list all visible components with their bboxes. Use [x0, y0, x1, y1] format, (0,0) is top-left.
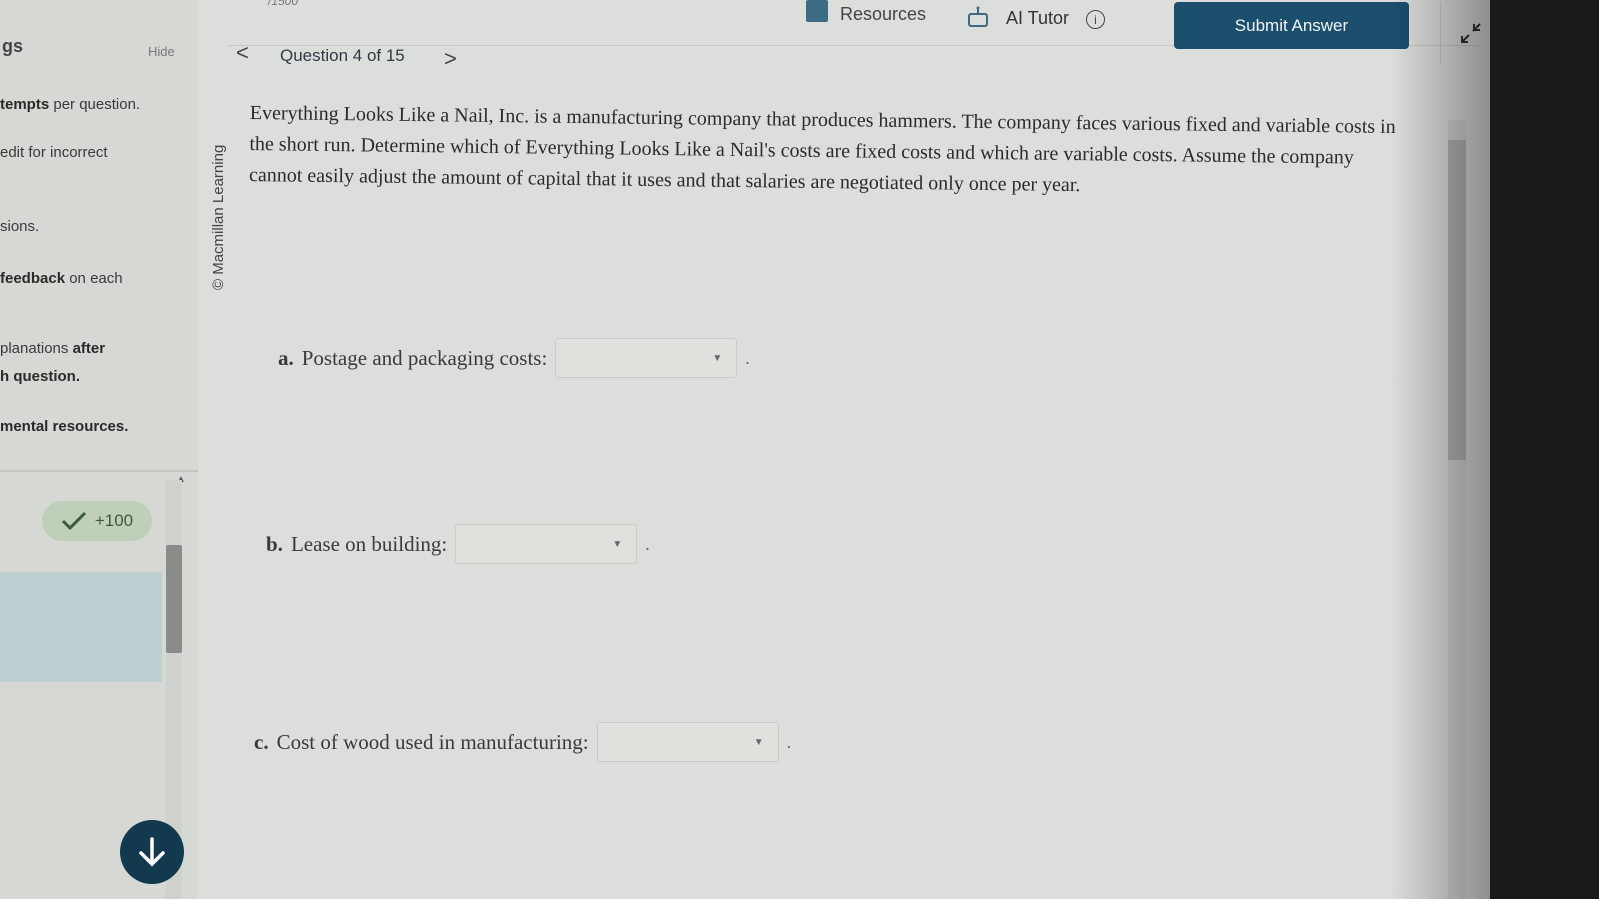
- part-c-label: Cost of wood used in manufacturing:: [276, 729, 589, 754]
- previous-question-button[interactable]: <: [236, 40, 249, 66]
- score-total: /1500: [268, 0, 299, 8]
- part-c: c. Cost of wood used in manufacturing: ▼…: [254, 722, 791, 762]
- part-c-dropdown[interactable]: ▼: [596, 722, 779, 762]
- part-a-label: Postage and packaging costs:: [301, 345, 548, 370]
- question-counter: Question 4 of 15: [280, 46, 405, 65]
- top-toolbar: /1500 Resources AI Tutor i Submit Answer: [228, 0, 1481, 64]
- info-icon[interactable]: i: [1086, 10, 1105, 29]
- macmillan-credit: © Macmillan Learning: [210, 144, 227, 290]
- part-b-label: Lease on building:: [290, 531, 448, 556]
- screen: gs Hide tempts per question. edit for in…: [0, 0, 1490, 899]
- scroll-down-button[interactable]: [120, 820, 184, 884]
- sidebar-title: gs: [2, 36, 24, 56]
- arrow-down-icon: [139, 837, 165, 867]
- book-icon[interactable]: [806, 0, 828, 22]
- part-a-dropdown[interactable]: ▼: [555, 338, 738, 378]
- sidebar-line-question: h question.: [0, 368, 80, 385]
- part-a-letter: a.: [278, 345, 294, 370]
- sidebar-line-credit: edit for incorrect: [0, 144, 108, 161]
- sidebar-scrollbar-thumb[interactable]: [166, 545, 182, 653]
- credit-wrapper: © Macmillan Learning: [210, 100, 234, 300]
- resources-button[interactable]: Resources: [840, 4, 926, 25]
- current-question-highlight[interactable]: [0, 572, 162, 682]
- part-a: a. Postage and packaging costs: ▼ .: [278, 338, 750, 378]
- robot-icon[interactable]: [966, 6, 990, 28]
- sidebar: gs Hide tempts per question. edit for in…: [0, 0, 198, 899]
- main-scrollbar-thumb[interactable]: [1448, 140, 1466, 460]
- collapse-arrows-icon: [1461, 23, 1481, 43]
- part-c-letter: c.: [254, 729, 269, 754]
- submit-answer-button[interactable]: Submit Answer: [1174, 2, 1409, 49]
- sidebar-divider: [0, 470, 198, 472]
- sidebar-line-explanations: planations after: [0, 340, 106, 357]
- chevron-down-icon: ▼: [712, 353, 723, 364]
- score-badge-value: +100: [94, 511, 134, 530]
- sidebar-line-attempts: tempts per question.: [0, 96, 141, 113]
- sidebar-line-sions: sions.: [0, 218, 40, 235]
- collapse-button[interactable]: [1440, 2, 1490, 64]
- main-panel: /1500 Resources AI Tutor i Submit Answer…: [198, 0, 1490, 899]
- part-b-letter: b.: [266, 531, 283, 556]
- chevron-down-icon: ▼: [753, 737, 764, 748]
- part-b: b. Lease on building: ▼ .: [266, 524, 650, 564]
- sidebar-line-feedback: feedback on each: [0, 270, 123, 287]
- sidebar-line-resources: mental resources.: [0, 418, 129, 435]
- hide-sidebar-link[interactable]: Hide: [148, 44, 175, 59]
- chevron-down-icon: ▼: [612, 539, 623, 550]
- part-b-dropdown[interactable]: ▼: [455, 524, 638, 564]
- next-question-button[interactable]: >: [444, 46, 457, 72]
- question-prompt: Everything Looks Like a Nail, Inc. is a …: [248, 101, 1396, 197]
- score-badge[interactable]: +100: [42, 501, 152, 541]
- ai-tutor-button[interactable]: AI Tutor: [1006, 8, 1069, 29]
- check-icon: [61, 511, 86, 531]
